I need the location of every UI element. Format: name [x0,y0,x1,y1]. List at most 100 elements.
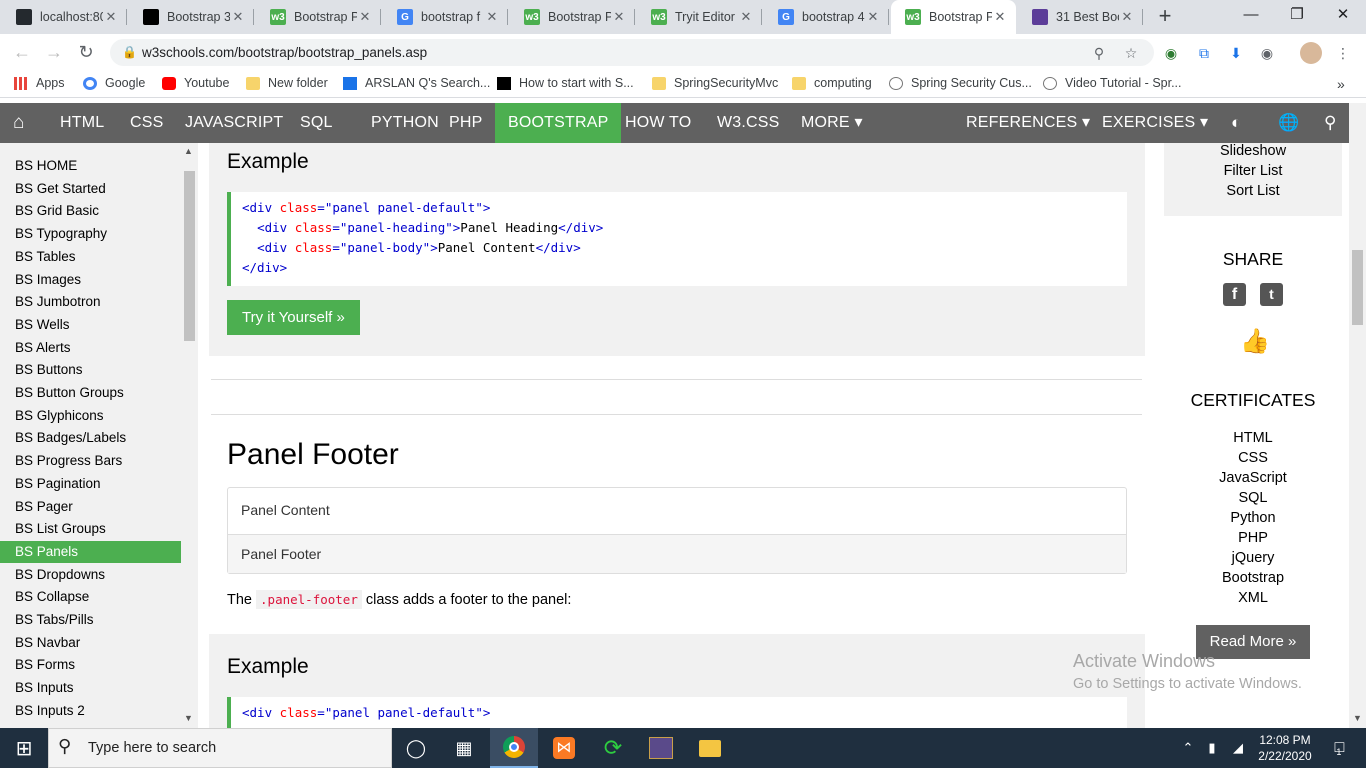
lock-icon[interactable]: 🔒 [122,45,137,59]
nav-item[interactable]: HOW TO [612,103,704,143]
sidebar-item[interactable]: BS Jumbotron [0,291,181,313]
nav-item[interactable]: PHP [436,103,496,143]
close-tab-icon[interactable]: ✕ [738,9,754,25]
extension-globe-icon[interactable]: ◉ [1162,44,1180,62]
sidebar-item[interactable]: BS Pager [0,496,181,518]
sidebar-item[interactable]: BS Tables [0,246,181,268]
more-bookmarks-button[interactable]: » [1337,76,1345,92]
howto-link[interactable]: Sort List [1164,183,1342,199]
sidebar-item[interactable]: BS Navbar [0,632,181,654]
nav-item-dropdown[interactable]: REFERENCES ▾ [953,103,1103,143]
menu-kebab-icon[interactable]: ⋮ [1334,44,1352,62]
bookmark-item[interactable]: Spring Security Cus... [889,76,1032,90]
browser-tab[interactable]: w3 Bootstrap P ✕ [510,0,635,34]
try-it-yourself-button[interactable]: Try it Yourself » [227,300,360,335]
sidebar-item[interactable]: BS Collapse [0,586,181,608]
sidebar-item[interactable]: BS Badges/Labels [0,427,181,449]
back-button[interactable]: ← [10,41,34,63]
sidebar-scroll-thumb[interactable] [184,171,195,341]
maximize-button[interactable]: ❐ [1274,0,1320,32]
bookmark-item[interactable]: ARSLAN Q's Search... [343,76,490,90]
twitter-icon[interactable]: t [1260,283,1283,306]
reload-button[interactable]: ↻ [74,41,98,63]
notification-icon[interactable]: □ 1 [1318,728,1358,768]
bookmark-star-icon[interactable]: ☆ [1122,44,1140,62]
theme-toggle-icon[interactable]: ◐ [1218,103,1254,143]
howto-link[interactable]: Filter List [1164,163,1342,179]
sidebar-item[interactable]: BS Forms [0,654,181,676]
browser-tab[interactable]: localhost:80 ✕ [2,0,127,34]
certificate-link[interactable]: SQL [1164,490,1342,506]
sidebar-item[interactable]: BS List Groups [0,518,181,540]
certificate-link[interactable]: Bootstrap [1164,570,1342,586]
certificate-link[interactable]: JavaScript [1164,470,1342,486]
browser-tab[interactable]: w3 Bootstrap P ✕ [256,0,381,34]
home-icon[interactable]: ⌂ [0,103,38,143]
nav-item[interactable]: W3.CSS [704,103,793,143]
page-scrollbar[interactable] [1349,103,1366,728]
nav-item[interactable]: MORE ▾ [788,103,876,143]
browser-tab[interactable]: w3 Tryit Editor ✕ [637,0,762,34]
sync-app-taskbar-icon[interactable]: ⟳ [589,728,637,768]
close-tab-icon[interactable]: ✕ [611,9,627,25]
zoom-icon[interactable]: ⚲ [1090,44,1108,62]
search-icon[interactable]: ⚲ [1311,103,1350,143]
bookmark-item[interactable]: How to start with S... [497,76,634,90]
bookmark-item[interactable]: Video Tutorial - Spr... [1043,76,1182,90]
browser-tab[interactable]: Gbootstrap f ✕ [383,0,508,34]
nav-item[interactable]: JAVASCRIPT [172,103,296,143]
globe-icon[interactable]: 🌐 [1265,103,1312,143]
sidebar-item[interactable]: BS Button Groups [0,382,181,404]
bookmark-item[interactable]: New folder [246,76,328,90]
chrome-taskbar-icon[interactable] [490,728,538,768]
close-tab-icon[interactable]: ✕ [865,9,881,25]
windows-start-icon[interactable]: ⊞ [0,728,48,768]
show-hidden-icons-icon[interactable]: ⌃ [1176,728,1200,768]
certificate-link[interactable]: CSS [1164,450,1342,466]
extension-eye-icon[interactable]: ◉ [1258,44,1276,62]
close-tab-icon[interactable]: ✕ [484,9,500,25]
sidebar-item[interactable]: BS Dropdowns [0,564,181,586]
sidebar-scroll-up-icon[interactable]: ▲ [184,146,193,156]
download-icon[interactable]: ⬇ [1227,44,1245,62]
close-tab-icon[interactable]: ✕ [1119,9,1135,25]
battery-icon[interactable]: ▮ [1200,728,1224,768]
nav-item[interactable]: HTML [47,103,117,143]
browser-tab[interactable]: Gbootstrap 4 ✕ [764,0,889,34]
file-explorer-icon[interactable] [686,728,734,768]
sidebar-item[interactable]: BS Get Started [0,178,181,200]
nav-item[interactable]: CSS [117,103,177,143]
sidebar-item[interactable]: BS Grid Basic [0,200,181,222]
sidebar-item[interactable]: BS Alerts [0,337,181,359]
sidebar-item[interactable]: BS Pagination [0,473,181,495]
new-tab-button[interactable]: + [1152,4,1178,30]
wifi-icon[interactable]: ◢ [1226,728,1250,768]
sidebar-item[interactable]: BS HOME [0,155,181,177]
like-thumb-icon[interactable]: 👍 [1240,327,1270,356]
sidebar-item[interactable]: BS Buttons [0,359,181,381]
page-scroll-down-icon[interactable]: ▼ [1353,713,1362,723]
nav-item-dropdown[interactable]: EXERCISES ▾ [1089,103,1221,143]
browser-tab[interactable]: w3 Bootstrap P ✕ [891,0,1016,34]
forward-button[interactable]: → [42,41,66,63]
nav-item[interactable]: SQL [287,103,346,143]
nav-item[interactable]: BOOTSTRAP [495,103,622,143]
bookmark-item[interactable]: Google [83,76,145,90]
certificate-link[interactable]: Python [1164,510,1342,526]
sidebar-item[interactable]: BS Tabs/Pills [0,609,181,631]
page-scroll-thumb[interactable] [1352,250,1363,325]
close-tab-icon[interactable]: ✕ [992,9,1008,25]
xampp-taskbar-icon[interactable]: ⋈ [540,728,588,768]
game-taskbar-icon[interactable] [637,728,685,768]
bookmark-item[interactable]: computing [792,76,872,90]
minimize-button[interactable]: — [1228,0,1274,32]
profile-avatar[interactable] [1300,42,1322,64]
certificate-link[interactable]: PHP [1164,530,1342,546]
browser-tab[interactable]: Bootstrap 3 ✕ [129,0,254,34]
close-tab-icon[interactable]: ✕ [357,9,373,25]
certificate-link[interactable]: jQuery [1164,550,1342,566]
sidebar-item[interactable]: BS Inputs [0,677,181,699]
bookmark-item[interactable]: Youtube [162,76,229,90]
bookmark-item[interactable]: SpringSecurityMvc [652,76,778,90]
sidebar-item[interactable]: BS Wells [0,314,181,336]
